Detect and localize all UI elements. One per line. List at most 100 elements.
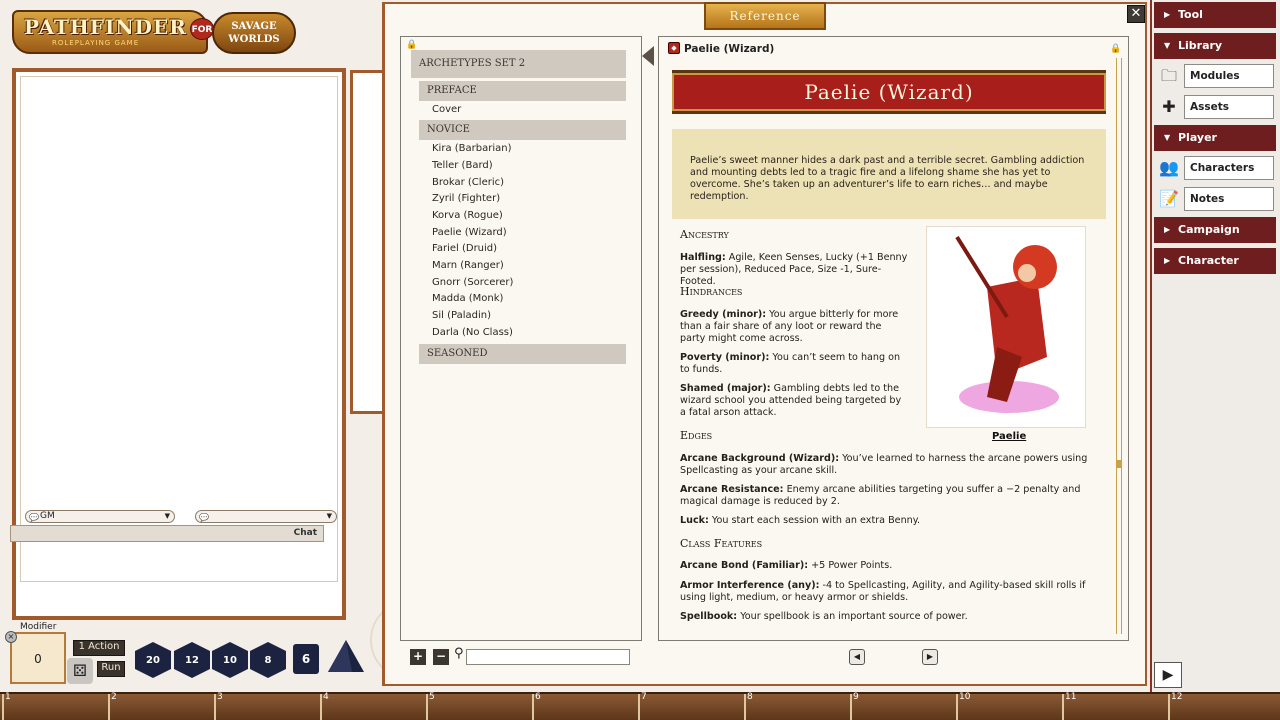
chat-input[interactable]: Chat [10,525,324,542]
search-input[interactable] [466,649,630,665]
list-item[interactable]: Gnorr (Sorcerer) [432,277,513,288]
hotbar-slot[interactable]: 1 [2,692,108,720]
heading-ancestry: Ancestry [680,228,729,241]
hindrance-poverty: Poverty (minor): You can’t seem to hang … [680,352,901,375]
sidebar-section-campaign[interactable]: ▶ Campaign [1154,217,1276,243]
link-icon[interactable]: ◆ [668,42,680,54]
speech-bubble-icon: 💬 [199,513,209,522]
chevron-right-icon: ▶ [1164,225,1171,234]
puzzle-icon: ✚ [1162,97,1176,116]
hindrance-greedy: Greedy (minor): You argue bitterly for m… [680,309,899,344]
sidebar-section-character[interactable]: ▶ Character [1154,248,1276,274]
lock-icon[interactable]: 🔒 [406,40,417,50]
sidebar-section-library[interactable]: ▼ Library [1154,33,1276,59]
list-item[interactable]: Brokar (Cleric) [432,177,504,188]
modifier-label: Modifier [20,622,57,632]
next-page-button[interactable]: ▶ [922,649,938,665]
scrollbar-thumb[interactable] [1116,460,1122,468]
hotbar-slot[interactable]: 4 [320,692,426,720]
chevron-right-icon: ▶ [1164,256,1171,265]
list-item[interactable]: Kira (Barbarian) [432,143,512,154]
expand-all-button[interactable]: + [410,649,426,665]
back-arrow-icon[interactable] [642,46,654,66]
hotbar-slot[interactable]: 12 [1168,692,1274,720]
chat-input-label: Chat [293,528,317,538]
sidebar-item-assets[interactable]: ✚ Assets [1154,94,1276,120]
list-item[interactable]: Madda (Monk) [432,293,503,304]
sidebar-item-modules[interactable]: 🗀 Modules [1154,63,1276,89]
edge-luck: Luck: You start each session with an ext… [680,515,921,526]
chevron-down-icon: ▼ [1164,41,1171,50]
modifier-box[interactable]: 0 [10,632,66,684]
class-arcane-bond: Arcane Bond (Familiar): +5 Power Points. [680,560,893,571]
people-icon: 👥 [1159,158,1179,177]
list-item[interactable]: Darla (No Class) [432,327,513,338]
previous-page-button[interactable]: ◀ [849,649,865,665]
list-item[interactable]: Korva (Rogue) [432,210,503,221]
ancestry-text: Halfling: Agile, Keen Senses, Lucky (+1 … [680,252,908,287]
notes-icon: 📝 [1159,189,1179,208]
d20-icon[interactable]: 20 [135,642,171,678]
speech-bubble-icon: 💬 [29,513,39,522]
chevron-down-icon: ▼ [1164,133,1171,142]
app-logo: PATHFINDER ROLEPLAYING GAME FOR SAVAGE W… [12,10,296,56]
chat-identity-value: GM [40,511,55,521]
hotbar-slot[interactable]: 2 [108,692,214,720]
list-item[interactable]: Cover [432,104,461,115]
sidebar-section-tool[interactable]: ▶ Tool [1154,2,1276,28]
chat-identity-dropdown[interactable]: 💬 GM ▼ [25,510,175,523]
list-item[interactable]: Zyril (Fighter) [432,193,500,204]
chevron-right-icon: ▶ [1164,10,1171,19]
intro-text: Paelie’s sweet manner hides a dark past … [672,129,1106,219]
d6-icon[interactable]: 6 [293,644,319,674]
scrollbar[interactable] [1116,58,1122,634]
sidebar-item-notes[interactable]: 📝 Notes [1154,186,1276,212]
modifier-clear-icon[interactable]: × [5,631,17,643]
list-item[interactable]: Fariel (Druid) [432,243,497,254]
hotbar-slot[interactable]: 9 [850,692,956,720]
heading-hindrances: Hindrances [680,285,743,298]
logo-savage-worlds: SAVAGE WORLDS [212,12,296,54]
dice-tower-icon[interactable]: ⚄ [67,658,93,684]
group-archetypes-set-2[interactable]: Archetypes Set 2 [411,50,626,78]
hotbar-slot[interactable]: 11 [1062,692,1168,720]
play-icon[interactable]: ▶ [1154,662,1182,688]
chat-log[interactable] [20,76,338,582]
run-button[interactable]: Run [97,661,125,677]
list-item[interactable]: Teller (Bard) [432,160,493,171]
sidebar-section-player[interactable]: ▼ Player [1154,125,1276,151]
list-item-selected[interactable]: Paelie (Wizard) [432,227,507,238]
folder-icon: 🗀 [1160,66,1177,85]
d10-icon[interactable]: 10 [212,642,248,678]
character-portrait[interactable] [926,226,1086,428]
page-banner: Paelie (Wizard) [672,70,1106,114]
list-item[interactable]: Marn (Ranger) [432,260,504,271]
hotbar-slot[interactable]: 7 [638,692,744,720]
group-preface[interactable]: Preface [419,81,626,101]
hindrance-shamed: Shamed (major): Gambling debts led to th… [680,383,902,418]
hotbar-slot[interactable]: 6 [532,692,638,720]
group-novice[interactable]: Novice [419,120,626,140]
portrait-caption[interactable]: Paelie [992,431,1026,442]
document-title: Paelie (Wizard) [684,43,775,55]
heading-edges: Edges [680,429,713,442]
chat-language-dropdown[interactable]: 💬 ▼ [195,510,337,523]
hotbar-slot[interactable]: 10 [956,692,1062,720]
background-window[interactable] [350,70,384,414]
d4-icon[interactable] [328,640,364,672]
hotbar-slot[interactable]: 8 [744,692,850,720]
d12-icon[interactable]: 12 [174,642,210,678]
list-item[interactable]: Sil (Paladin) [432,310,491,321]
lock-icon[interactable]: 🔒 [1110,44,1121,54]
d8-icon[interactable]: 8 [250,642,286,678]
hotbar-slot[interactable]: 3 [214,692,320,720]
sidebar-item-characters[interactable]: 👥 Characters [1154,155,1276,181]
search-icon: ⚲ [454,646,464,661]
close-button[interactable]: ✕ [1127,5,1145,23]
chevron-down-icon: ▼ [326,512,332,520]
group-seasoned[interactable]: Seasoned [419,344,626,364]
heading-class-features: Class Features [680,537,763,550]
collapse-all-button[interactable]: − [433,649,449,665]
hotbar-slot[interactable]: 5 [426,692,532,720]
action-button[interactable]: 1 Action [73,640,125,656]
